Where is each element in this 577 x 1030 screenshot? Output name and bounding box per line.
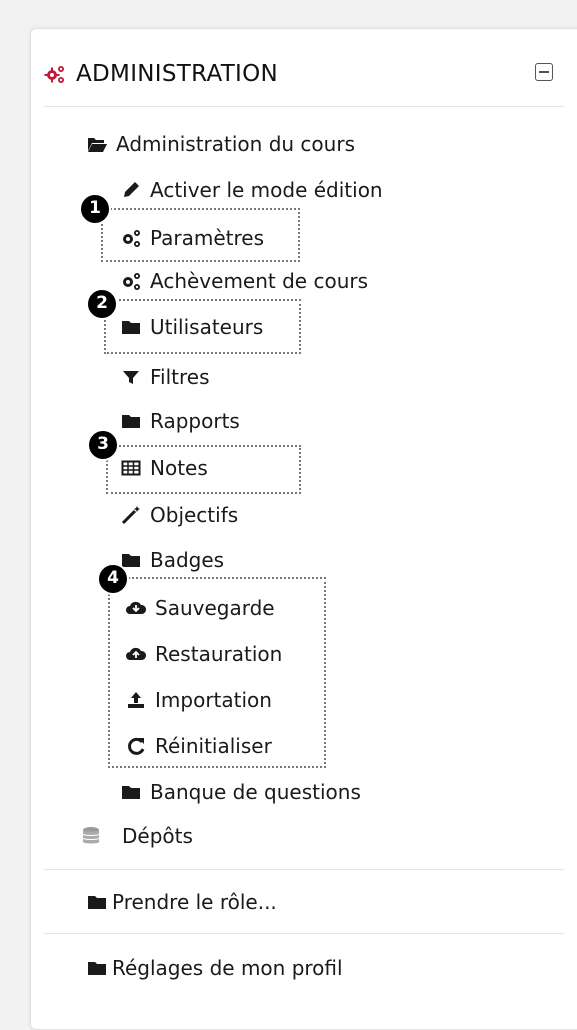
tree-item-label: Administration du cours [116,132,355,156]
divider [44,869,564,870]
callout-box-4 [108,577,326,768]
callout-badge-4: 4 [97,563,129,595]
divider [44,106,564,107]
switch-role-link[interactable]: Prendre le rôle... [86,887,277,917]
profile-settings-label: Réglages de mon profil [112,956,343,980]
block-header: ADMINISTRATION [44,56,278,92]
tree-item-edit-mode[interactable]: Activer le mode édition [120,175,383,205]
tree-item-badges[interactable]: Badges [120,545,224,575]
tree-item-label: Badges [150,548,225,572]
tree-item-course-completion[interactable]: Achèvement de cours [120,266,368,296]
switch-role-label: Prendre le rôle... [112,890,277,914]
tree-item-label: Banque de questions [150,780,361,804]
tree-item-filters[interactable]: Filtres [120,362,210,392]
profile-settings-link[interactable]: Réglages de mon profil [86,953,343,983]
tree-item-label: Activer le mode édition [150,178,383,202]
folder-icon [86,891,108,913]
folder-icon [120,410,142,432]
tree-item-outcomes[interactable]: Objectifs [120,500,238,530]
cogs-icon [120,270,142,292]
block-title: ADMINISTRATION [76,61,279,87]
callout-badge-1: 1 [79,193,111,225]
tree-item-label: Objectifs [150,503,239,527]
folder-open-icon [86,133,108,155]
callout-box-3 [106,445,301,494]
tree-item-label: Achèvement de cours [150,269,369,293]
cogs-icon [44,63,66,85]
tree-item-reports[interactable]: Rapports [120,406,240,436]
filter-icon [120,366,142,388]
divider [44,933,564,934]
minus-square-icon[interactable] [535,63,553,81]
tree-item-label: Dépôts [122,824,193,848]
folder-icon [86,957,108,979]
callout-box-1 [101,208,300,262]
callout-box-2 [104,299,301,354]
tree-item-question-bank[interactable]: Banque de questions [120,777,361,807]
pencil-icon [120,179,142,201]
folder-icon [120,781,142,803]
tree-item-label: Rapports [150,409,240,433]
tree-course-admin[interactable]: Administration du cours [86,129,355,159]
magic-wand-icon [120,504,142,526]
tree-item-label: Filtres [150,365,210,389]
database-icon [80,825,102,847]
callout-badge-3: 3 [87,429,119,461]
tree-item-repositories[interactable]: Dépôts [80,821,193,851]
callout-badge-2: 2 [86,288,118,320]
